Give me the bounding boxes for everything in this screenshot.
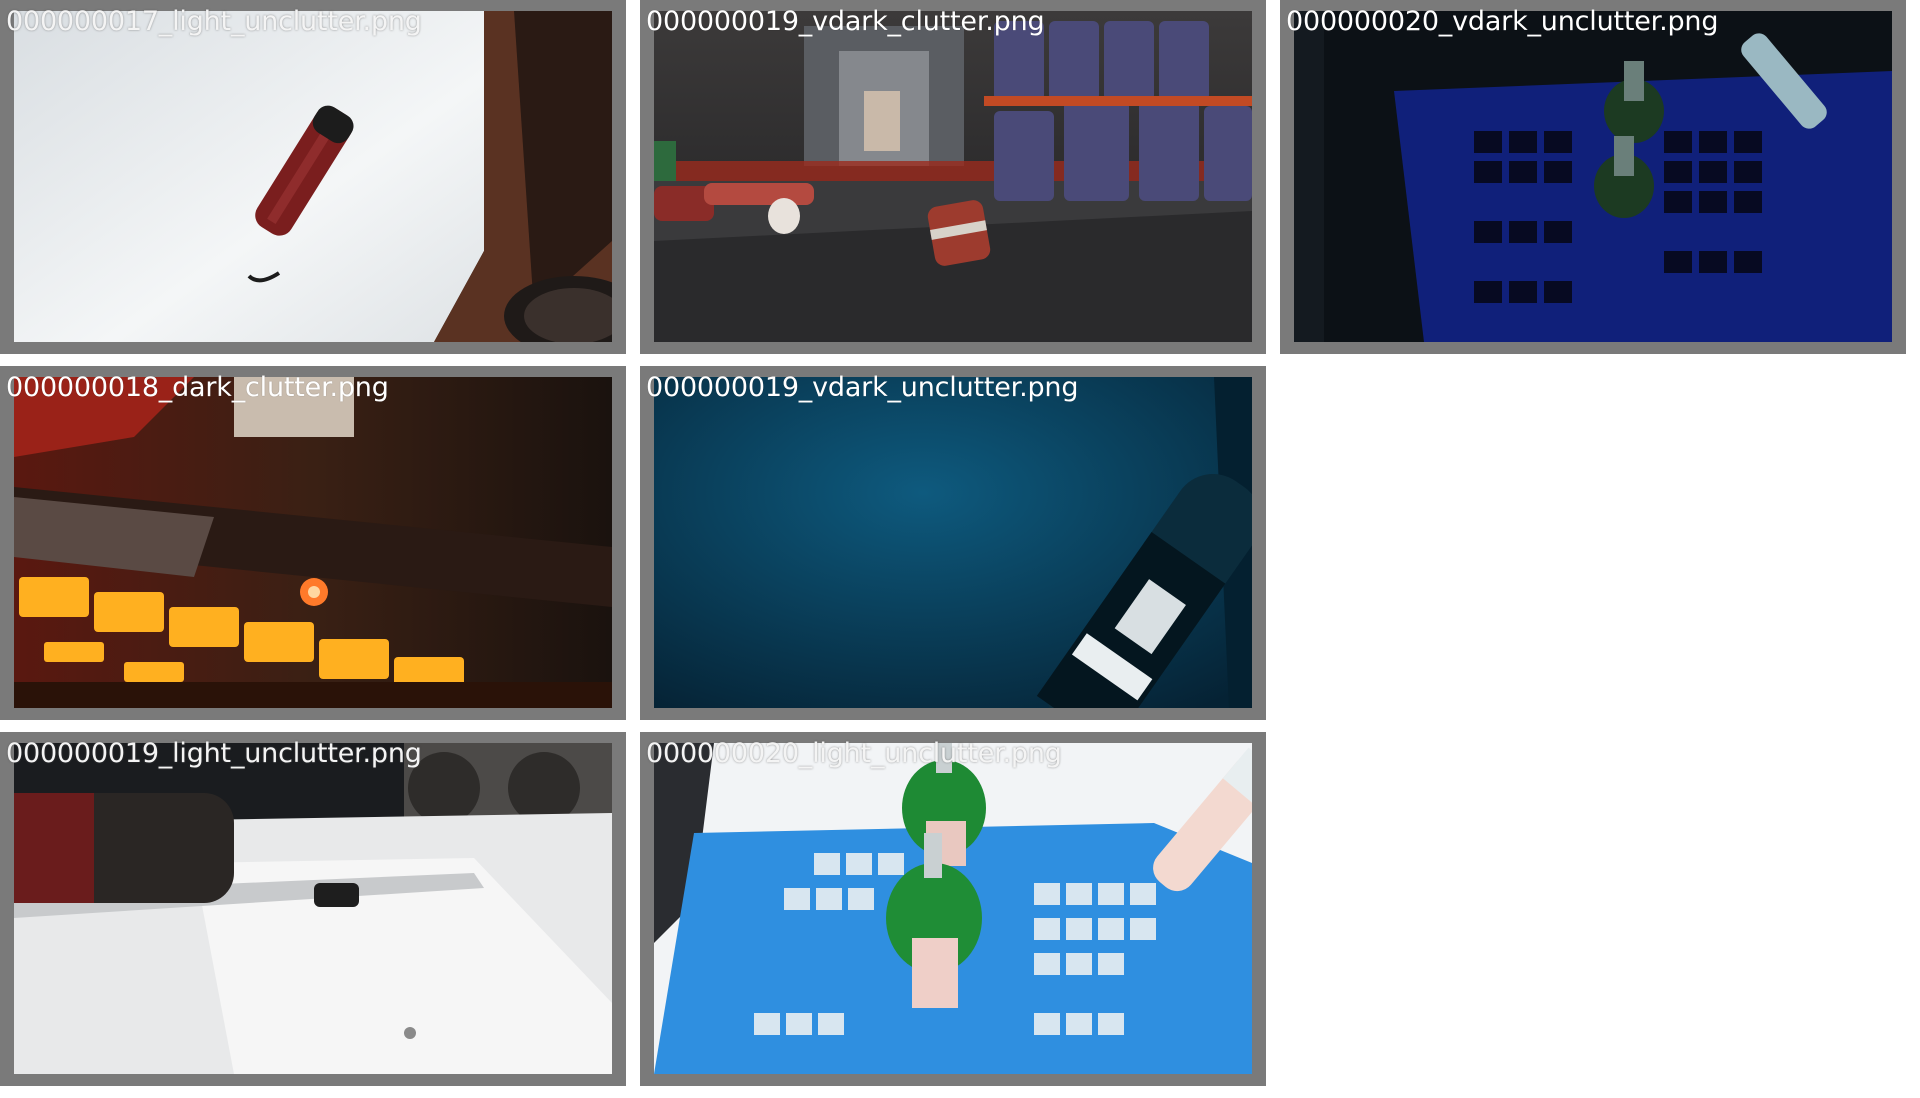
thumbnail-tile[interactable]: 000000019_light_unclutter.png xyxy=(0,732,626,1086)
thumbnail-image[interactable] xyxy=(14,377,612,708)
white-table-cylinder-scene-image xyxy=(14,743,612,1074)
thumbnail-tile[interactable]: 000000019_vdark_unclutter.png xyxy=(640,366,1266,720)
thumbnail-tile[interactable]: 000000018_dark_clutter.png xyxy=(0,366,626,720)
thumbnail-filename: 000000017_light_unclutter.png xyxy=(6,6,422,37)
thumbnail-image[interactable] xyxy=(1294,11,1892,342)
thumbnail-image[interactable] xyxy=(654,377,1252,708)
thumbnail-filename: 000000020_light_unclutter.png xyxy=(646,738,1062,769)
thumbnail-filename: 000000019_light_unclutter.png xyxy=(6,738,422,769)
thumbnail-tile[interactable]: 000000020_vdark_unclutter.png xyxy=(1280,0,1906,354)
fire-extinguisher-scene-image xyxy=(14,11,612,342)
nitrogen-cylinder-scene-image xyxy=(654,377,1252,708)
thumbnail-tile[interactable]: 000000020_light_unclutter.png xyxy=(640,732,1266,1086)
thumbnail-filename: 000000018_dark_clutter.png xyxy=(6,372,389,403)
warehouse-barrels-scene-image xyxy=(654,11,1252,342)
thumbnail-image[interactable] xyxy=(654,11,1252,342)
thumbnail-image[interactable] xyxy=(654,743,1252,1074)
thumbnail-image[interactable] xyxy=(14,11,612,342)
orange-lit-ceiling-scene-image xyxy=(14,377,612,708)
blue-pallet-green-bottles-scene-image xyxy=(654,743,1252,1074)
blue-pallet-bottles-scene-image xyxy=(1294,11,1892,342)
thumbnail-image[interactable] xyxy=(14,743,612,1074)
thumbnail-tile[interactable]: 000000019_vdark_clutter.png xyxy=(640,0,1266,354)
thumbnail-filename: 000000019_vdark_unclutter.png xyxy=(646,372,1079,403)
thumbnail-tile[interactable]: 000000017_light_unclutter.png xyxy=(0,0,626,354)
thumbnail-filename: 000000020_vdark_unclutter.png xyxy=(1286,6,1719,37)
thumbnail-filename: 000000019_vdark_clutter.png xyxy=(646,6,1045,37)
